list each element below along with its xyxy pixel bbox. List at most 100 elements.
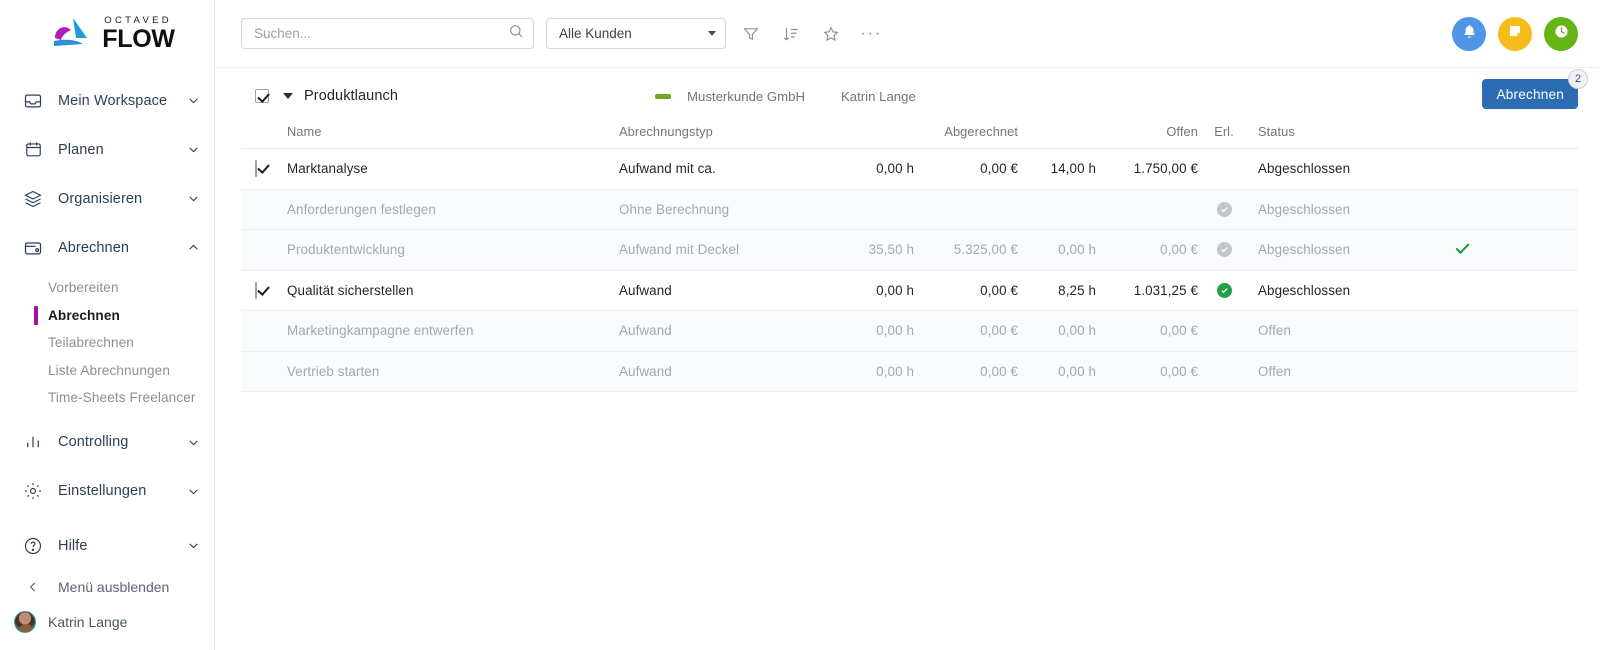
sidebar-item-mein-workspace[interactable]: Mein Workspace: [0, 76, 214, 125]
row-checkbox-cell: [241, 310, 287, 352]
row-open-amount: 0,00 €: [1096, 229, 1198, 271]
app-logo[interactable]: OCTAVED FLOW: [0, 0, 214, 68]
project-name: Produktlaunch: [304, 88, 398, 104]
sidebar-user-name: Katrin Lange: [48, 614, 128, 630]
bill-count-badge: 2: [1568, 69, 1588, 89]
row-open-hours: 0,00 h: [1018, 351, 1096, 392]
header-billed-hours: [814, 124, 914, 149]
sort-icon[interactable]: [776, 19, 806, 49]
sidebar-item-organisieren[interactable]: Organisieren: [0, 174, 214, 223]
header-extra: [1420, 124, 1578, 149]
app-root: OCTAVED FLOW Mein Workspace Planen Organ…: [0, 0, 1600, 650]
sidebar-subitem-abrechnen[interactable]: Abrechnen: [0, 302, 214, 330]
row-done-cell: [1198, 351, 1250, 392]
row-checkbox[interactable]: [255, 281, 257, 299]
sidebar-item-hilfe[interactable]: Hilfe: [0, 521, 214, 570]
clock-icon: [1553, 23, 1570, 45]
row-open-hours: [1018, 189, 1096, 230]
sidebar-user[interactable]: Katrin Lange: [0, 604, 214, 640]
row-billed-hours: 0,00 h: [814, 270, 914, 311]
chevron-up-icon: [189, 244, 198, 250]
main-area: Alle Kunden ···: [215, 0, 1600, 650]
note-icon: [1507, 23, 1523, 44]
more-icon[interactable]: ···: [856, 19, 886, 49]
table-row[interactable]: Anforderungen festlegen Ohne Berechnung …: [241, 189, 1578, 230]
abrechnen-button[interactable]: Abrechnen: [1482, 79, 1578, 109]
chevron-down-icon: [189, 488, 198, 494]
time-tracking-button[interactable]: [1544, 16, 1578, 51]
header-type: Abrechnungstyp: [619, 124, 814, 149]
row-checkbox-cell: [241, 189, 287, 230]
row-name: Vertrieb starten: [287, 351, 619, 392]
logo-bottom-text: FLOW: [102, 25, 175, 54]
sidebar-subitem-time-sheets-freelancer[interactable]: Time-Sheets Freelancer: [0, 384, 214, 412]
notes-button[interactable]: [1498, 16, 1532, 51]
table-row[interactable]: Marketingkampagne entwerfen Aufwand 0,00…: [241, 310, 1578, 352]
search-icon[interactable]: [508, 23, 524, 44]
row-done-cell: [1198, 270, 1250, 311]
row-billed-hours: 35,50 h: [814, 229, 914, 271]
octaved-logo-icon: [49, 16, 93, 52]
sidebar-item-label: Organisieren: [58, 190, 143, 207]
done-grey-check-icon: [1216, 201, 1232, 217]
done-grey-check-icon: [1216, 242, 1232, 258]
bar-chart-icon: [22, 431, 44, 453]
row-checkbox[interactable]: [255, 160, 257, 178]
sidebar-item-einstellungen[interactable]: Einstellungen: [0, 467, 214, 516]
row-name: Produktentwicklung: [287, 229, 619, 271]
star-icon[interactable]: [816, 19, 846, 49]
sidebar-subitem-liste-abrechnungen[interactable]: Liste Abrechnungen: [0, 357, 214, 385]
sidebar-subitem-vorbereiten[interactable]: Vorbereiten: [0, 274, 214, 302]
project-header-row: Produktlaunch Musterkunde GmbH Katrin La…: [241, 68, 1588, 124]
project-checkbox[interactable]: [255, 89, 269, 103]
sidebar-item-abrechnen[interactable]: Abrechnen: [0, 223, 214, 272]
row-open-amount: 1.750,00 €: [1096, 148, 1198, 190]
sidebar-item-label: Hilfe: [58, 537, 88, 554]
row-name: Anforderungen festlegen: [287, 189, 619, 230]
filter-icon[interactable]: [736, 19, 766, 49]
header-checkbox: [241, 124, 287, 149]
row-open-amount: [1096, 189, 1198, 230]
row-name: Marktanalyse: [287, 148, 619, 190]
row-type: Aufwand: [619, 310, 814, 352]
row-done-cell: [1198, 310, 1250, 352]
table-row[interactable]: Vertrieb starten Aufwand 0,00 h 0,00 € 0…: [241, 351, 1578, 392]
chevron-down-icon: [189, 543, 198, 549]
row-done-cell: [1198, 148, 1250, 190]
collapse-menu-button[interactable]: Menü ausblenden: [0, 570, 214, 604]
collapse-triangle-icon[interactable]: [283, 93, 293, 99]
sidebar-item-planen[interactable]: Planen: [0, 125, 214, 174]
row-open-amount: 0,00 €: [1096, 310, 1198, 352]
row-extra-cell: [1420, 310, 1578, 352]
project-status-indicator: [655, 93, 671, 99]
customer-filter-select[interactable]: Alle Kunden: [546, 18, 726, 49]
table-row[interactable]: Marktanalyse Aufwand mit ca. 0,00 h 0,00…: [241, 148, 1578, 190]
sidebar-subnav-abrechnen: Vorbereiten Abrechnen Teilabrechnen List…: [0, 272, 214, 418]
row-type: Ohne Berechnung: [619, 189, 814, 230]
row-billed-amount: 0,00 €: [914, 310, 1018, 352]
row-checkbox-cell: [241, 270, 287, 311]
row-status: Offen: [1250, 310, 1420, 352]
chevron-down-icon: [189, 147, 198, 153]
chevron-down-icon: [189, 439, 198, 445]
customer-filter-value: Alle Kunden: [559, 26, 632, 41]
row-extra-cell: [1420, 351, 1578, 392]
sidebar-nav: Mein Workspace Planen Organisieren Abrec…: [0, 68, 214, 516]
row-checkbox-cell: [241, 351, 287, 392]
table-row[interactable]: Qualität sicherstellen Aufwand 0,00 h 0,…: [241, 270, 1578, 311]
sidebar-subitem-teilabrechnen[interactable]: Teilabrechnen: [0, 329, 214, 357]
row-billed-hours: 0,00 h: [814, 310, 914, 352]
table-row[interactable]: Produktentwicklung Aufwand mit Deckel 35…: [241, 229, 1578, 271]
chevron-left-icon: [22, 576, 44, 598]
row-billed-hours: [814, 189, 914, 230]
sidebar-item-controlling[interactable]: Controlling: [0, 418, 214, 467]
notifications-button[interactable]: [1452, 16, 1486, 51]
search-input[interactable]: [254, 26, 508, 41]
calendar-icon: [22, 139, 44, 161]
header-open-hours: [1018, 124, 1096, 149]
billing-table: Name Abrechnungstyp Abgerechnet Offen Er…: [241, 124, 1578, 392]
chevron-down-icon: [189, 196, 198, 202]
search-box[interactable]: [241, 18, 534, 49]
row-billed-amount: 0,00 €: [914, 270, 1018, 311]
bill-button-wrap: Abrechnen 2: [1482, 69, 1588, 109]
